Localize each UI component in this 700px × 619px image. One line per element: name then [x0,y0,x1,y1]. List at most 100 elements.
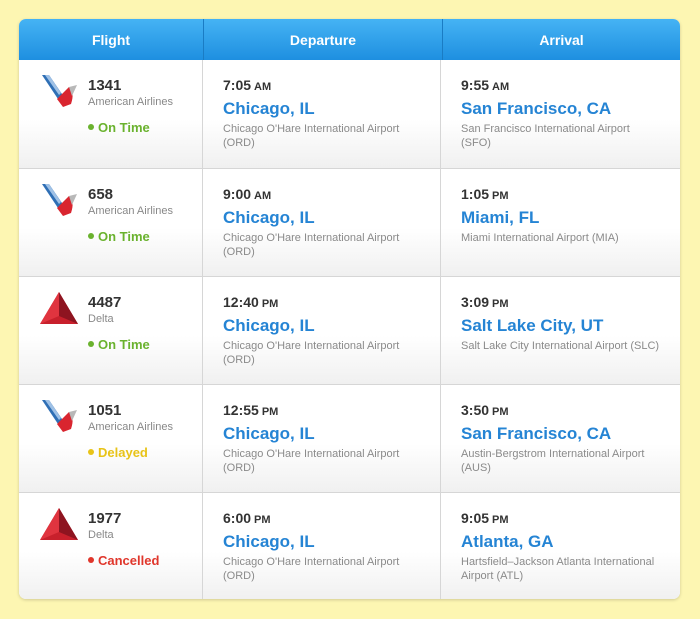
status-label: Delayed [98,445,148,460]
arrival-time: 3:09 PM [461,294,509,310]
departure-city: Chicago, IL [223,532,315,551]
column-header-flight[interactable]: Flight [19,19,204,60]
flight-row[interactable]: 1977 Delta Cancelled 6:00 PM Chicago, IL … [19,492,680,599]
flight-row[interactable]: 1051 American Airlines Delayed 12:55 PM C… [19,384,680,492]
flight-cell: 658 American Airlines On Time [19,169,203,276]
status-dot-icon [88,233,94,239]
departure-time-ampm: PM [254,514,271,526]
flight-number: 4487 [88,294,122,311]
departure-airport: Chicago O'Hare International Airport (OR… [223,556,400,582]
arrival-time-value: 1:05 [461,186,490,202]
american-airlines-logo [39,74,79,110]
flight-status: Cancelled [88,553,159,568]
departure-cell: 9:00 AM Chicago, IL Chicago O'Hare Intern… [203,169,441,276]
flight-status: On Time [88,120,150,135]
arrival-time: 9:05 PM [461,510,509,526]
arrival-cell: 3:50 PM San Francisco, CA Austin-Bergstro… [441,385,680,492]
departure-cell: 12:55 PM Chicago, IL Chicago O'Hare Inter… [203,385,441,492]
arrival-time-ampm: PM [492,298,509,310]
status-label: On Time [98,229,150,244]
arrival-cell: 9:55 AM San Francisco, CA San Francisco I… [441,60,680,168]
arrival-time-value: 9:55 [461,77,490,93]
flight-cell: 4487 Delta On Time [19,277,203,384]
departure-airport: Chicago O'Hare International Airport (OR… [223,123,400,149]
departure-time-ampm: AM [254,81,272,93]
departure-time-value: 6:00 [223,510,252,526]
table-header: Flight Departure Arrival [19,19,680,60]
status-label: On Time [98,337,150,352]
arrival-airport: Miami International Airport (MIA) [461,232,619,244]
airline-name: American Airlines [88,421,173,433]
flight-cell: 1341 American Airlines On Time [19,60,203,168]
arrival-time-ampm: PM [492,190,509,202]
arrival-airport: Austin-Bergstrom International Airport (… [461,448,645,474]
flight-row[interactable]: 1341 American Airlines On Time 7:05 AM Ch… [19,60,680,168]
departure-city: Chicago, IL [223,424,315,443]
departure-time-value: 12:55 [223,402,259,418]
column-header-departure[interactable]: Departure [204,19,443,60]
arrival-time-value: 9:05 [461,510,490,526]
arrival-airport: Salt Lake City International Airport (SL… [461,340,660,352]
arrival-city: San Francisco, CA [461,99,612,118]
arrival-time-value: 3:50 [461,402,490,418]
departure-airport: Chicago O'Hare International Airport (OR… [223,448,400,474]
departure-time: 9:00 AM [223,186,271,202]
arrival-city: San Francisco, CA [461,424,612,443]
departure-time-ampm: AM [254,190,272,202]
arrival-cell: 1:05 PM Miami, FL Miami International Air… [441,169,680,276]
arrival-time-ampm: PM [492,406,509,418]
arrival-cell: 3:09 PM Salt Lake City, UT Salt Lake City… [441,277,680,384]
flight-status: Delayed [88,445,148,460]
delta-logo [39,507,79,543]
arrival-city: Miami, FL [461,208,540,227]
flight-number: 1977 [88,510,122,527]
arrival-time-ampm: PM [492,514,509,526]
arrival-airport: San Francisco International Airport (SFO… [461,123,630,149]
flight-row[interactable]: 658 American Airlines On Time 9:00 AM Chi… [19,168,680,276]
arrival-time: 1:05 PM [461,186,509,202]
column-header-arrival[interactable]: Arrival [443,19,680,60]
departure-time-value: 9:00 [223,186,252,202]
flight-number: 1341 [88,77,122,94]
arrival-time-ampm: AM [492,81,510,93]
airline-name: Delta [88,313,114,325]
departure-airport: Chicago O'Hare International Airport (OR… [223,232,400,258]
delta-logo [39,291,79,327]
departure-time: 6:00 PM [223,510,271,526]
departure-airport: Chicago O'Hare International Airport (OR… [223,340,400,366]
departure-cell: 7:05 AM Chicago, IL Chicago O'Hare Intern… [203,60,441,168]
airline-name: Delta [88,529,114,541]
american-airlines-logo [39,399,79,435]
departure-cell: 12:40 PM Chicago, IL Chicago O'Hare Inter… [203,277,441,384]
status-dot-icon [88,341,94,347]
flight-list: 1341 American Airlines On Time 7:05 AM Ch… [19,60,680,599]
flight-cell: 1051 American Airlines Delayed [19,385,203,492]
flight-status: On Time [88,337,150,352]
status-dot-icon [88,557,94,563]
airline-name: American Airlines [88,96,173,108]
arrival-city: Salt Lake City, UT [461,316,604,335]
flight-number: 658 [88,186,114,203]
departure-time-ampm: PM [261,406,279,418]
departure-time: 12:55 PM [223,402,278,418]
american-airlines-logo [39,183,79,219]
departure-time: 12:40 PM [223,294,278,310]
arrival-airport: Hartsfield–Jackson Atlanta International… [461,556,655,582]
airline-name: American Airlines [88,205,173,217]
flight-row[interactable]: 4487 Delta On Time 12:40 PM Chicago, IL C… [19,276,680,384]
arrival-cell: 9:05 PM Atlanta, GA Hartsfield–Jackson At… [441,493,680,599]
departure-city: Chicago, IL [223,99,315,118]
status-label: Cancelled [98,553,160,568]
flight-status: On Time [88,229,150,244]
flight-cell: 1977 Delta Cancelled [19,493,203,599]
arrival-time: 3:50 PM [461,402,509,418]
flight-board: Flight Departure Arrival 1341 American A… [19,19,680,599]
departure-city: Chicago, IL [223,316,315,335]
departure-cell: 6:00 PM Chicago, IL Chicago O'Hare Intern… [203,493,441,599]
arrival-time-value: 3:09 [461,294,490,310]
departure-time-value: 12:40 [223,294,259,310]
arrival-city: Atlanta, GA [461,532,554,551]
status-dot-icon [88,124,94,130]
status-label: On Time [98,120,150,135]
departure-time-value: 7:05 [223,77,252,93]
